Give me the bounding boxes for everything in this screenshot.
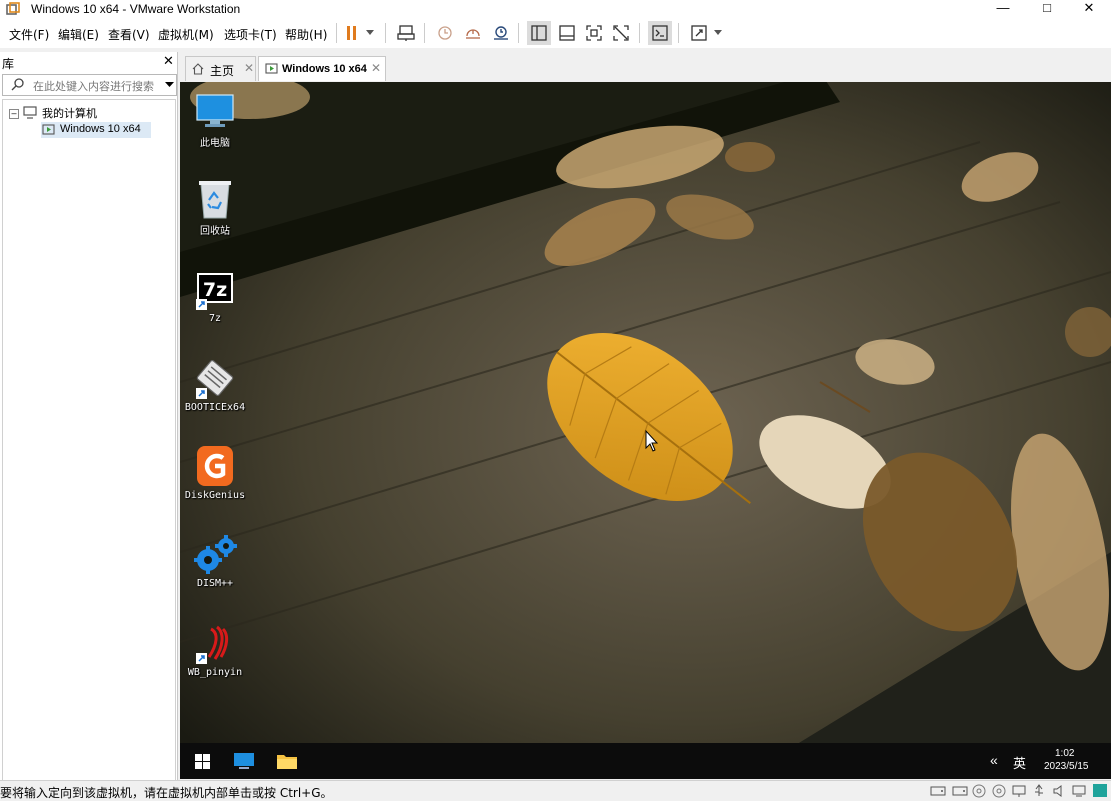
windows-start-icon[interactable] [195,754,210,769]
tab-vm-close-icon[interactable]: ✕ [371,61,381,75]
status-bar: 要将输入定向到该虚拟机，请在虚拟机内部单击或按 Ctrl+G。 [0,780,1111,801]
desktop-icon-label: WB_pinyin [187,667,243,678]
sound-status-icon[interactable] [1052,784,1066,798]
home-icon [192,63,204,75]
snapshot-icon[interactable] [433,21,457,45]
library-search-input[interactable]: 在此处键入内容进行搜索 [2,74,177,96]
library-panel: 库 ✕ 在此处键入内容进行搜索 – 我的计算机 Windows 10 x64 [0,52,178,781]
tab-home-label: 主页 [210,64,235,78]
menu-tabs[interactable]: 选项卡(T) [224,26,277,43]
bootice-icon [196,360,234,399]
file-explorer-icon[interactable] [276,752,298,770]
my-computer-icon [23,106,37,119]
messages-status-icon[interactable] [1092,783,1108,799]
tab-home[interactable]: 主页 ✕ [185,56,256,81]
library-close-icon[interactable]: ✕ [163,53,174,69]
desktop-icon-label: 此电脑 [200,138,230,149]
desktop-icon-recycle-bin[interactable]: 回收站 [180,178,250,238]
toolbar-separator [518,23,519,43]
taskbar-desktop-icon[interactable] [233,752,255,770]
toolbar-separator [678,23,679,43]
dism-gears-icon [194,535,237,574]
snapshot-manager-icon[interactable] [489,21,513,45]
desktop-icon-label: 回收站 [200,226,230,237]
tab-vm[interactable]: Windows 10 x64 ✕ [258,56,386,81]
tree-item-my-computer[interactable]: 我的计算机 [42,105,97,121]
close-button[interactable]: ✕ [1066,0,1111,18]
svg-text:7z: 7z [203,279,227,301]
tab-vm-label: Windows 10 x64 [282,63,367,75]
hard-disk-2-status-icon[interactable] [952,784,968,798]
desktop-icon-label: 7z [208,313,222,324]
toolbar-separator [639,23,640,43]
clock-date[interactable]: 2023/5/15 [1044,761,1089,772]
library-tree: – 我的计算机 Windows 10 x64 [2,99,176,781]
status-message: 要将输入定向到该虚拟机，请在虚拟机内部单击或按 Ctrl+G。 [0,786,333,800]
tabs-bar: 主页 ✕ Windows 10 x64 ✕ [180,52,1111,82]
maximize-button[interactable]: □ [1024,0,1070,18]
show-hidden-icons-icon[interactable]: « [990,752,998,768]
menu-view[interactable]: 查看(V) [108,26,150,43]
desktop-icon-dism[interactable]: DISM++ [180,534,250,594]
desktop-icon-7z[interactable]: 7z 7z [180,269,250,329]
pause-icon[interactable] [340,21,364,45]
desktop-icon-diskgenius[interactable]: DiskGenius [180,446,250,506]
title-bar: Windows 10 x64 - VMware Workstation — □ … [0,0,1111,18]
unity-mode-icon[interactable] [609,21,633,45]
collapse-toggle-icon[interactable]: – [9,109,19,119]
toolbar-separator [385,23,386,43]
vm-running-icon [42,124,55,135]
display-status-icon[interactable] [1072,784,1086,798]
pause-dropdown-icon[interactable] [362,21,378,45]
this-pc-icon [196,94,234,127]
menu-vm[interactable]: 虚拟机(M) [158,26,214,43]
usb-status-icon[interactable] [1032,784,1046,798]
stretch-dropdown-icon[interactable] [710,21,726,45]
diskgenius-icon [197,446,233,486]
guest-taskbar: « 英 1:02 2023/5/15 [180,743,1111,779]
tree-item-vm[interactable]: Windows 10 x64 [60,123,141,135]
hard-disk-status-icon[interactable] [930,784,946,798]
show-thumbnails-icon[interactable] [555,21,579,45]
desktop-icon-label: DiskGenius [184,490,246,501]
cd-dvd-status-icon[interactable] [972,784,986,798]
desktop-wallpaper [180,82,1111,779]
desktop-icon-label: BOOTICEx64 [184,402,246,413]
toolbar-separator [424,23,425,43]
tab-home-close-icon[interactable]: ✕ [244,61,254,75]
desktop-icon-label: DISM++ [196,578,234,589]
7zip-icon: 7z [196,273,233,310]
search-placeholder: 在此处键入内容进行搜索 [33,80,154,93]
library-title: 库 [2,57,15,71]
search-icon [11,78,24,91]
stretch-guest-icon[interactable] [687,21,711,45]
console-view-icon[interactable] [648,21,672,45]
send-ctrl-alt-del-icon[interactable] [394,21,418,45]
cd-dvd-2-status-icon[interactable] [992,784,1006,798]
menu-file[interactable]: 文件(F) [9,26,49,43]
window-title: Windows 10 x64 - VMware Workstation [31,2,241,16]
desktop-icon-this-pc[interactable]: 此电脑 [180,90,250,150]
full-screen-icon[interactable] [582,21,606,45]
vm-guest-screen[interactable]: 此电脑 回收站 7z 7z BOOTICEx64 DiskGenius DISM… [180,82,1111,779]
search-dropdown-icon[interactable] [165,82,174,88]
network-status-icon[interactable] [1012,784,1026,798]
desktop-icon-wb-pinyin[interactable]: WB_pinyin [180,623,250,683]
clock-time[interactable]: 1:02 [1055,748,1074,759]
vmware-app-icon [6,2,20,15]
show-library-icon[interactable] [527,21,551,45]
recycle-bin-icon [199,181,231,219]
menu-help[interactable]: 帮助(H) [285,26,327,43]
minimize-button[interactable]: — [980,0,1026,18]
revert-snapshot-icon[interactable] [461,21,485,45]
desktop-icon-booticex64[interactable]: BOOTICEx64 [180,358,250,418]
toolbar-separator [336,23,337,43]
vm-tab-icon [265,63,278,74]
input-method-indicator[interactable]: 英 [1013,753,1026,772]
wb-pinyin-icon [196,625,229,664]
menu-edit[interactable]: 编辑(E) [58,26,99,43]
